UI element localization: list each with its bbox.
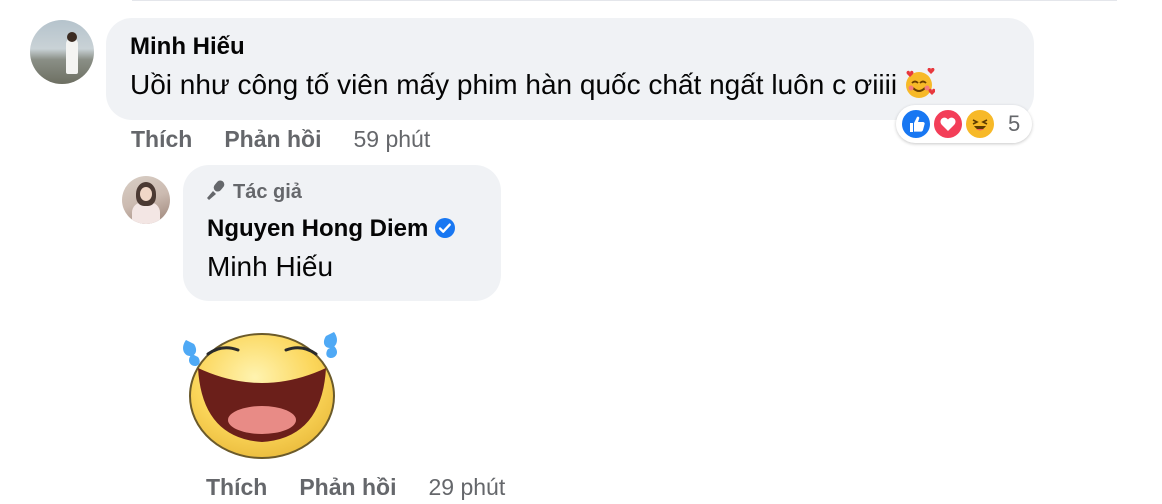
haha-icon xyxy=(964,108,996,140)
love-icon xyxy=(932,108,964,140)
like-button[interactable]: Thích xyxy=(131,126,192,152)
comment-text: Uồi như công tố viên mấy phim hàn quốc c… xyxy=(130,68,936,101)
verified-badge-icon xyxy=(435,218,456,238)
comment-timestamp[interactable]: 59 phút xyxy=(353,126,430,152)
comment-text-body: Uồi như công tố viên mấy phim hàn quốc c… xyxy=(130,69,898,100)
commenter-avatar[interactable] xyxy=(30,20,94,84)
top-divider xyxy=(132,0,1117,1)
avatar-head xyxy=(67,32,77,42)
like-icon xyxy=(900,108,932,140)
reply-author-avatar[interactable] xyxy=(122,176,170,224)
reply-timestamp[interactable]: 29 phút xyxy=(428,474,505,500)
avatar-figure xyxy=(66,38,78,74)
smiling-face-with-hearts-icon xyxy=(906,68,936,98)
reply-button[interactable]: Phản hồi xyxy=(224,126,321,152)
microphone-icon xyxy=(207,180,225,200)
avatar-face xyxy=(140,187,152,201)
reply-mention[interactable]: Minh Hiếu xyxy=(207,251,333,283)
reply-author-line: Nguyen Hong Diem xyxy=(207,215,456,243)
author-badge-label: Tác giả xyxy=(233,181,302,203)
reply-author-name[interactable]: Nguyen Hong Diem xyxy=(207,215,428,242)
reply-reply-button[interactable]: Phản hồi xyxy=(299,474,396,500)
comment-author-name[interactable]: Minh Hiếu xyxy=(130,33,245,61)
reply-like-button[interactable]: Thích xyxy=(206,474,267,500)
comment-actions: Thích Phản hồi 59 phút xyxy=(131,126,430,153)
reply-bubble: Tác giả Nguyen Hong Diem Minh Hiếu xyxy=(183,165,501,301)
reaction-summary[interactable]: 5 xyxy=(896,105,1032,143)
reaction-count: 5 xyxy=(1008,111,1021,136)
laughing-tears-sticker[interactable] xyxy=(178,320,348,460)
comment-bubble: Minh Hiếu Uồi như công tố viên mấy phim … xyxy=(106,18,1034,120)
author-badge: Tác giả xyxy=(205,179,302,204)
reply-actions: Thích Phản hồi 29 phút xyxy=(206,474,505,501)
